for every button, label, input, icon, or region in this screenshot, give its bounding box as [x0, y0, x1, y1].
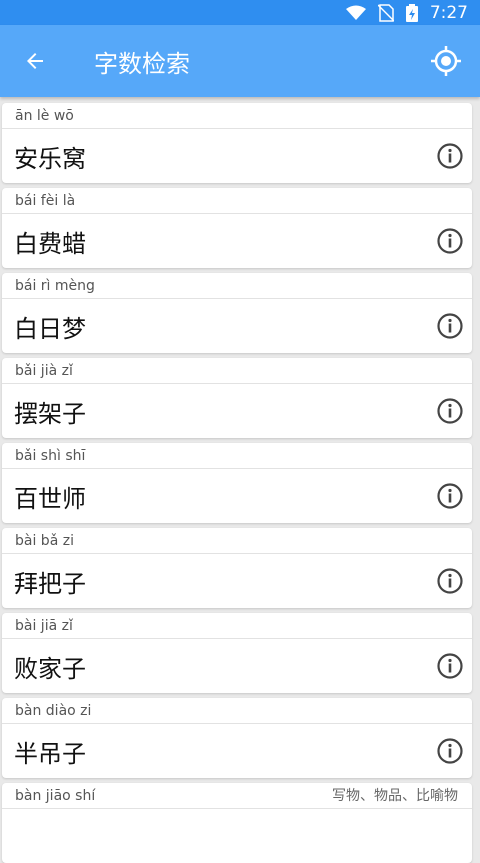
pinyin-label: bái fèi là — [2, 188, 472, 214]
arrow-left-icon — [27, 53, 43, 69]
pinyin-label: bàn jiāo shí — [15, 788, 96, 804]
info-icon[interactable] — [436, 737, 464, 765]
pinyin-label: bǎi jià zǐ — [2, 358, 472, 384]
list-item[interactable]: bài bǎ zi 拜把子 — [2, 528, 472, 608]
info-icon[interactable] — [436, 312, 464, 340]
info-icon[interactable] — [436, 482, 464, 510]
app-bar: 字数检索 — [0, 25, 480, 97]
list-item[interactable]: bái rì mèng 白日梦 — [2, 273, 472, 353]
no-sim-icon — [377, 3, 394, 22]
info-icon[interactable] — [436, 142, 464, 170]
pinyin-label: bàn diào zi — [2, 698, 472, 724]
pinyin-label: bài jiā zǐ — [2, 613, 472, 639]
crosshair-icon — [431, 46, 461, 76]
wifi-icon — [345, 5, 366, 21]
word-text: 白费蜡 — [14, 229, 86, 258]
info-icon[interactable] — [436, 567, 464, 595]
info-icon[interactable] — [436, 397, 464, 425]
info-icon[interactable] — [436, 227, 464, 255]
list-item[interactable]: bàn diào zi 半吊子 — [2, 698, 472, 778]
meaning-note: 写物、物品、比喻物 — [332, 788, 458, 804]
word-text: 半吊子 — [14, 739, 86, 768]
pinyin-label-row: bàn jiāo shí 写物、物品、比喻物 — [2, 783, 472, 809]
list-item[interactable]: bǎi shì shī 百世师 — [2, 443, 472, 523]
list-item[interactable]: ān lè wō 安乐窝 — [2, 103, 472, 183]
list-item[interactable]: bǎi jià zǐ 摆架子 — [2, 358, 472, 438]
word-text: 败家子 — [14, 654, 86, 683]
pinyin-label: bài bǎ zi — [2, 528, 472, 554]
back-button[interactable] — [0, 25, 70, 97]
word-text: 百世师 — [14, 484, 86, 513]
locate-button[interactable] — [428, 43, 464, 79]
pinyin-label: bái rì mèng — [2, 273, 472, 299]
list-item[interactable]: bái fèi là 白费蜡 — [2, 188, 472, 268]
battery-charging-icon — [405, 3, 418, 22]
word-text: 安乐窝 — [14, 144, 86, 173]
list-item[interactable]: bài jiā zǐ 败家子 — [2, 613, 472, 693]
word-text: 白日梦 — [14, 314, 86, 343]
info-icon[interactable] — [436, 652, 464, 680]
clock-time: 7:27 — [429, 2, 468, 23]
pinyin-label: bǎi shì shī — [2, 443, 472, 469]
status-bar: 7:27 — [0, 0, 480, 25]
word-text: 摆架子 — [14, 399, 86, 428]
list-item[interactable]: bàn jiāo shí 写物、物品、比喻物 — [2, 783, 472, 863]
page-title: 字数检索 — [94, 49, 190, 78]
word-text: 拜把子 — [14, 569, 86, 598]
pinyin-label: ān lè wō — [2, 103, 472, 129]
